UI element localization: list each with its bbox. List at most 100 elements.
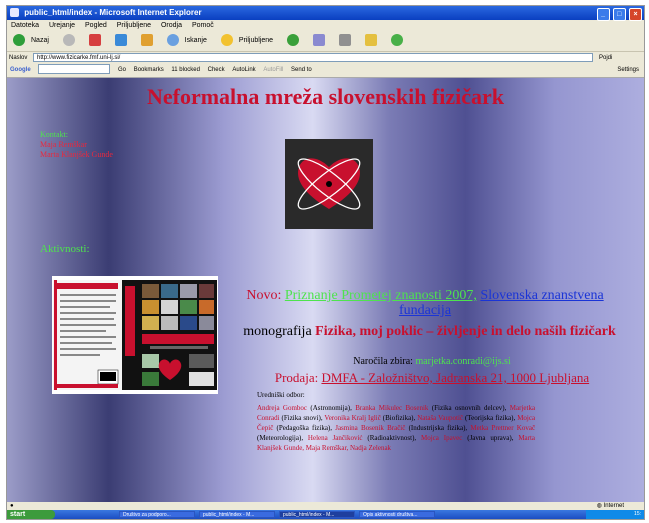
editor-field: (Radioaktivnost), xyxy=(367,434,417,442)
back-arrow-icon xyxy=(13,34,25,47)
editor-field: (Industrijska fizika), xyxy=(408,424,468,432)
menu-tools[interactable]: Orodja xyxy=(161,22,182,29)
monograph-title: Fizika, moj poklic – življenje in delo n… xyxy=(315,324,616,339)
print-button[interactable] xyxy=(336,34,354,47)
star-icon xyxy=(220,34,233,47)
editor-name[interactable]: Nataša Vaupotič xyxy=(417,414,463,422)
taskbar-item[interactable]: Opis aktivnosti društva... xyxy=(359,511,435,518)
forward-arrow-icon xyxy=(62,34,75,47)
atom-heart-logo xyxy=(285,139,373,229)
menu-favorites[interactable]: Priljubljene xyxy=(117,22,151,29)
home-icon xyxy=(140,34,153,47)
system-clock: 15: xyxy=(586,510,644,519)
ie-icon xyxy=(10,8,19,17)
editor-name[interactable]: Nadja Zelenak xyxy=(350,444,391,452)
toolbar: Nazaj Iskanje Priljubljene xyxy=(7,31,644,52)
google-logo: Google xyxy=(10,67,31,73)
sale-line: Prodaja: DMFA - Založništvo, Jadranska 2… xyxy=(237,370,627,386)
print-icon xyxy=(338,34,351,47)
sendto-button[interactable]: Send to xyxy=(291,67,312,73)
sale-place-link[interactable]: DMFA - Založništvo, Jadranska 21, 1000 L… xyxy=(321,370,589,385)
editor-field: (Astronomija), xyxy=(310,404,352,412)
editor-name[interactable]: Andreja Gomboc xyxy=(257,404,307,412)
globe-icon: ◍ xyxy=(596,503,602,509)
settings-button[interactable]: Settings xyxy=(617,64,639,77)
mail-icon xyxy=(312,34,325,47)
news-label: Novo: xyxy=(246,288,282,303)
editor-name[interactable]: Maja Remškar, xyxy=(306,444,349,452)
address-input[interactable]: http://www.fizicarke.fmf.uni-lj.si/ xyxy=(33,53,593,62)
page-status-icon: ● xyxy=(10,503,14,509)
editor-field: (Teorijska fizika), xyxy=(464,414,516,422)
popup-blocked-button[interactable]: 11 blocked xyxy=(171,67,200,73)
history-button[interactable] xyxy=(284,34,302,47)
google-toolbar: Google Go Bookmarks 11 blocked Check Aut… xyxy=(7,64,644,78)
news-line: Novo: Priznanje Prometej znanosti 2007, … xyxy=(235,288,615,318)
menu-file[interactable]: Datoteka xyxy=(11,22,39,29)
autofill-button[interactable]: AutoFill xyxy=(263,67,283,73)
menu-edit[interactable]: Urejanje xyxy=(49,22,75,29)
menu-view[interactable]: Pogled xyxy=(85,22,107,29)
forward-button[interactable] xyxy=(60,34,78,47)
editor-field: (Javna uprava), xyxy=(467,434,514,442)
menu-help[interactable]: Pomoč xyxy=(192,22,214,29)
search-icon xyxy=(166,34,179,47)
award-link[interactable]: Priznanje Prometej znanosti 2007, xyxy=(285,288,477,303)
start-button[interactable]: start xyxy=(7,510,55,519)
sale-label: Prodaja: xyxy=(274,370,319,385)
activities-label: Aktivnosti: xyxy=(40,243,90,255)
taskbar-item[interactable]: Društvo za podporo... xyxy=(119,511,195,518)
google-go-button[interactable]: Go xyxy=(118,67,126,73)
editor-name[interactable]: Branka Mikulec Bosenik xyxy=(355,404,428,412)
messenger-icon xyxy=(390,34,403,47)
browser-window: public_html/index - Microsoft Internet E… xyxy=(6,5,645,520)
contact-link-gunde[interactable]: Marta Klanjšek Gunde xyxy=(40,150,113,160)
edit-button[interactable] xyxy=(362,34,380,47)
editor-name[interactable]: Metka Prettner Kovač xyxy=(470,424,535,432)
address-bar: Naslov http://www.fizicarke.fmf.uni-lj.s… xyxy=(7,52,644,64)
bookmarks-button[interactable]: Bookmarks xyxy=(134,67,164,73)
editor-name[interactable]: Mojca Ipavec xyxy=(421,434,462,442)
editors-label: Uredniški odbor: xyxy=(257,391,305,399)
editorial-board: Uredniški odbor: Andreja Gomboc (Astrono… xyxy=(257,390,535,453)
edit-icon xyxy=(364,34,377,47)
orders-email-link[interactable]: marjetka.conradi@ijs.si xyxy=(415,356,510,367)
google-search-input[interactable] xyxy=(38,64,111,75)
search-button[interactable]: Iskanje xyxy=(164,34,210,47)
mail-button[interactable] xyxy=(310,34,328,47)
window-title: public_html/index - Microsoft Internet E… xyxy=(24,8,202,17)
page-title: Neformalna mreža slovenskih fizičark xyxy=(146,84,505,109)
history-icon xyxy=(287,34,300,47)
security-zone: ◍ Internet xyxy=(596,503,624,509)
taskbar: start Društvo za podporo... public_html/… xyxy=(7,510,644,519)
contact-link-remskar[interactable]: Maja Remškar xyxy=(40,140,113,150)
editor-field: (Biofizika), xyxy=(382,414,416,422)
go-button[interactable]: Pojdi xyxy=(599,52,612,64)
editor-field: (Fizika snovi), xyxy=(281,414,323,422)
messenger-button[interactable] xyxy=(388,34,406,47)
home-button[interactable] xyxy=(138,34,156,47)
back-button[interactable]: Nazaj xyxy=(10,34,52,47)
editor-name[interactable]: Veronika Kralj Iglič xyxy=(324,414,380,422)
stop-button[interactable] xyxy=(86,34,104,47)
book-cover-image[interactable] xyxy=(52,276,218,394)
page-content: Neformalna mreža slovenskih fizičark Kon… xyxy=(7,78,644,502)
favorites-button[interactable]: Priljubljene xyxy=(218,34,276,47)
refresh-icon xyxy=(114,34,127,47)
editors-list: Andreja Gomboc (Astronomija), Branka Mik… xyxy=(257,403,535,453)
taskbar-item[interactable]: public_html/index - M... xyxy=(199,511,275,518)
taskbar-item-active[interactable]: public_html/index - M... xyxy=(279,511,355,518)
orders-label: Naročila zbira: xyxy=(353,356,413,367)
contacts-label: Kontakt: xyxy=(40,130,68,139)
editor-field: (Meteorologija), xyxy=(257,434,304,442)
check-button[interactable]: Check xyxy=(208,67,225,73)
monograph-line: monografija Fizika, moj poklic – življen… xyxy=(237,324,622,340)
orders-line: Naročila zbira: marjetka.conradi@ijs.si xyxy=(237,356,627,367)
editor-name[interactable]: Jasmina Bosenik Bračič xyxy=(335,424,405,432)
window-controls: _ □ × xyxy=(596,7,642,21)
menu-bar: Datoteka Urejanje Pogled Priljubljene Or… xyxy=(7,20,644,31)
refresh-button[interactable] xyxy=(112,34,130,47)
autolink-button[interactable]: AutoLink xyxy=(232,67,255,73)
contacts-block: Kontakt: Maja Remškar Marta Klanjšek Gun… xyxy=(40,130,113,160)
editor-name[interactable]: Helena Jančiković xyxy=(308,434,363,442)
